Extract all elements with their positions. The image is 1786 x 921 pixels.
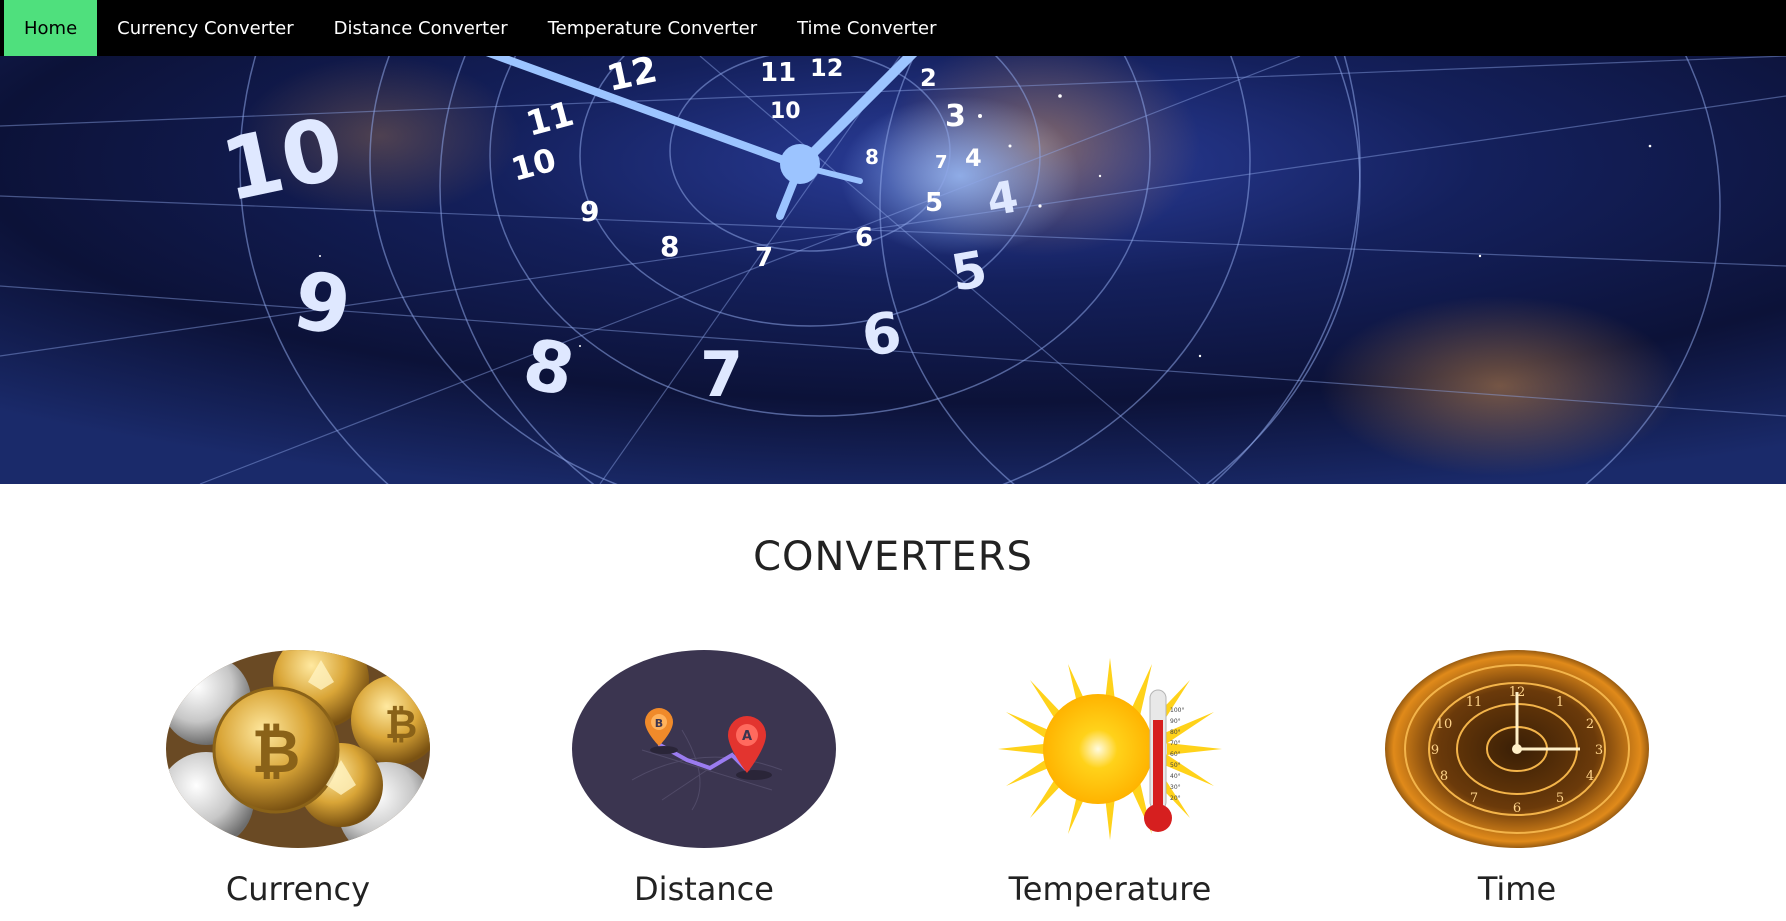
svg-text:5: 5 xyxy=(1556,791,1564,806)
svg-text:A: A xyxy=(742,729,752,744)
nav-temperature-converter[interactable]: Temperature Converter xyxy=(528,0,777,56)
golden-clock-icon[interactable]: 1212 345 678 91011 xyxy=(1385,650,1649,848)
card-currency[interactable]: ₿ ₿ Currency xyxy=(166,650,430,908)
svg-text:7: 7 xyxy=(1470,791,1478,806)
svg-text:2: 2 xyxy=(920,64,937,92)
top-navigation: Home Currency Converter Distance Convert… xyxy=(0,0,1786,56)
nav-currency-converter[interactable]: Currency Converter xyxy=(97,0,313,56)
svg-text:3: 3 xyxy=(945,99,966,134)
svg-text:₿: ₿ xyxy=(385,702,418,748)
svg-text:1: 1 xyxy=(1556,695,1564,710)
svg-text:₿: ₿ xyxy=(252,717,301,787)
nav-time-converter[interactable]: Time Converter xyxy=(777,0,956,56)
svg-text:80°: 80° xyxy=(1170,729,1181,736)
svg-text:6: 6 xyxy=(1513,801,1521,816)
svg-text:8: 8 xyxy=(1440,769,1448,784)
converter-cards: ₿ ₿ Currency B A Distance 100° 90° 80° 7… xyxy=(0,650,1786,921)
svg-text:7: 7 xyxy=(755,243,773,273)
svg-text:50°: 50° xyxy=(1170,762,1181,769)
map-pin-icon[interactable]: B A xyxy=(572,650,836,848)
section-title: CONVERTERS xyxy=(753,534,1033,580)
svg-text:11: 11 xyxy=(760,58,796,88)
svg-text:4: 4 xyxy=(1586,769,1594,784)
hero-banner: 12 11 10 9 8 7 6 5 4 3 2 11 12 10 8 7 10… xyxy=(0,56,1786,484)
svg-text:4: 4 xyxy=(965,144,982,172)
svg-text:7: 7 xyxy=(935,152,948,173)
card-currency-label[interactable]: Currency xyxy=(166,870,430,908)
card-temperature[interactable]: 100° 90° 80° 70° 60° 50° 40° 30° 20° Tem… xyxy=(978,650,1242,908)
coins-icon[interactable]: ₿ ₿ xyxy=(166,650,430,848)
card-distance[interactable]: B A Distance xyxy=(572,650,836,908)
sun-thermometer-icon[interactable]: 100° 90° 80° 70° 60° 50° 40° 30° 20° xyxy=(978,650,1242,848)
svg-text:B: B xyxy=(655,717,663,730)
svg-text:40°: 40° xyxy=(1170,773,1181,780)
nav-home[interactable]: Home xyxy=(4,0,98,56)
svg-text:70°: 70° xyxy=(1170,740,1181,747)
svg-text:100°: 100° xyxy=(1170,707,1184,714)
svg-text:7: 7 xyxy=(700,338,743,411)
svg-text:8: 8 xyxy=(660,230,679,263)
svg-text:20°: 20° xyxy=(1170,795,1181,802)
svg-text:10: 10 xyxy=(770,99,801,124)
nav-distance-converter[interactable]: Distance Converter xyxy=(314,0,528,56)
svg-text:6: 6 xyxy=(855,223,873,253)
svg-text:90°: 90° xyxy=(1170,718,1181,725)
svg-text:9: 9 xyxy=(580,195,599,228)
card-distance-label[interactable]: Distance xyxy=(572,870,836,908)
hero-clock-image: 12 11 10 9 8 7 6 5 4 3 2 11 12 10 8 7 10… xyxy=(0,56,1786,484)
card-temperature-label[interactable]: Temperature xyxy=(978,870,1242,908)
svg-text:30°: 30° xyxy=(1170,784,1181,791)
svg-text:8: 8 xyxy=(865,145,879,169)
svg-text:10: 10 xyxy=(1436,717,1453,732)
svg-text:3: 3 xyxy=(1595,743,1603,758)
svg-text:2: 2 xyxy=(1586,717,1594,732)
svg-text:11: 11 xyxy=(1466,695,1483,710)
card-time[interactable]: 1212 345 678 91011 Time xyxy=(1385,650,1649,908)
svg-text:12: 12 xyxy=(810,56,843,82)
svg-text:9: 9 xyxy=(1431,743,1439,758)
card-time-label[interactable]: Time xyxy=(1385,870,1649,908)
svg-text:5: 5 xyxy=(925,188,943,218)
svg-text:60°: 60° xyxy=(1170,751,1181,758)
